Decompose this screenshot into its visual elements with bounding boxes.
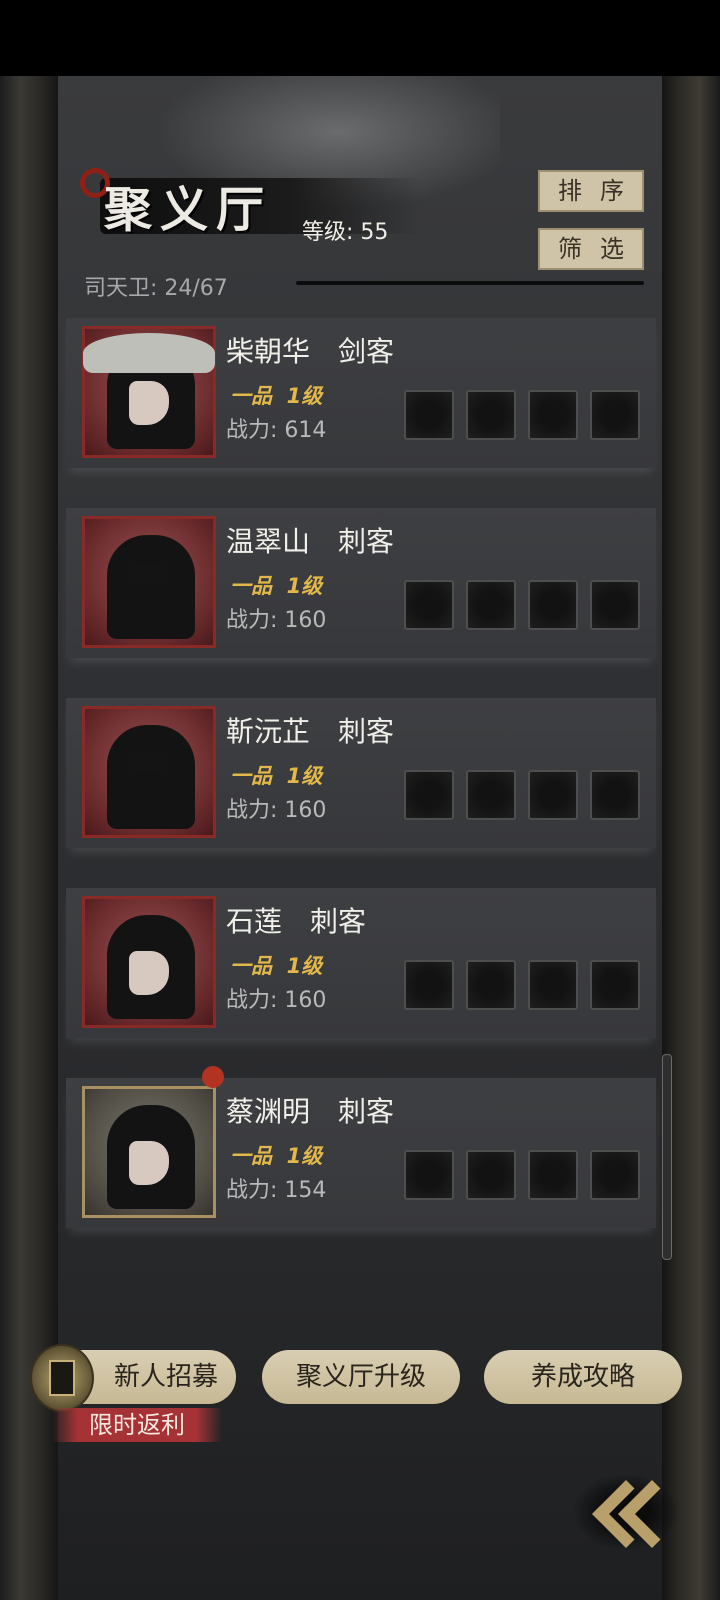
equipment-slot[interactable] bbox=[590, 390, 640, 440]
portrait-hair bbox=[107, 725, 195, 829]
equipment-slots bbox=[404, 1150, 640, 1200]
equipment-slot[interactable] bbox=[528, 390, 578, 440]
equipment-slot[interactable] bbox=[466, 390, 516, 440]
guard-count: 司天卫: 24/67 bbox=[84, 276, 228, 301]
hero-name: 蔡渊明 刺客 bbox=[226, 1095, 395, 1128]
limited-rebate-tag[interactable]: 限时返利 bbox=[52, 1408, 222, 1442]
equipment-slots bbox=[404, 770, 640, 820]
hero-portrait[interactable] bbox=[82, 896, 216, 1028]
equipment-slot[interactable] bbox=[590, 580, 640, 630]
equipment-slots bbox=[404, 580, 640, 630]
hero-portrait[interactable] bbox=[82, 326, 216, 458]
portrait-hair bbox=[107, 535, 195, 639]
hero-power: 战力: 160 bbox=[226, 608, 327, 633]
hero-card[interactable]: 柴朝华 剑客 一品 1级 战力: 614 bbox=[66, 318, 656, 468]
equipment-slot[interactable] bbox=[528, 770, 578, 820]
hero-name: 石莲 刺客 bbox=[226, 905, 367, 938]
hero-portrait[interactable] bbox=[82, 516, 216, 648]
recruit-token-icon[interactable] bbox=[30, 1344, 94, 1412]
equipment-slots bbox=[404, 960, 640, 1010]
header-divider bbox=[296, 281, 644, 285]
hero-power: 战力: 614 bbox=[226, 418, 327, 443]
equipment-slot[interactable] bbox=[590, 770, 640, 820]
equipment-slot[interactable] bbox=[466, 1150, 516, 1200]
equipment-slot[interactable] bbox=[590, 960, 640, 1010]
recruit-token-inner bbox=[49, 1360, 75, 1396]
status-bar bbox=[0, 0, 720, 76]
hero-card[interactable]: 石莲 刺客 一品 1级 战力: 160 bbox=[66, 888, 656, 1038]
equipment-slot[interactable] bbox=[466, 960, 516, 1010]
hall-level: 等级: 55 bbox=[302, 220, 389, 245]
page-title: 聚义厅 bbox=[104, 182, 273, 238]
equipment-slot[interactable] bbox=[404, 1150, 454, 1200]
hero-power: 战力: 154 bbox=[226, 1178, 327, 1203]
equipment-slot[interactable] bbox=[404, 770, 454, 820]
hero-rank: 一品 1级 bbox=[230, 384, 323, 408]
sort-button[interactable]: 排序 bbox=[538, 170, 644, 212]
filter-button[interactable]: 筛选 bbox=[538, 228, 644, 270]
hero-portrait[interactable] bbox=[82, 706, 216, 838]
hero-power: 战力: 160 bbox=[226, 798, 327, 823]
hero-rank: 一品 1级 bbox=[230, 1144, 323, 1168]
hero-card[interactable]: 靳沅芷 刺客 一品 1级 战力: 160 bbox=[66, 698, 656, 848]
hero-rank: 一品 1级 bbox=[230, 764, 323, 788]
hero-name: 靳沅芷 刺客 bbox=[226, 715, 395, 748]
training-guide-button[interactable]: 养成攻略 bbox=[484, 1350, 682, 1404]
equipment-slots bbox=[404, 390, 640, 440]
equipment-slot[interactable] bbox=[404, 960, 454, 1010]
equipment-slot[interactable] bbox=[466, 770, 516, 820]
back-button[interactable] bbox=[574, 1460, 686, 1560]
hero-card[interactable]: 蔡渊明 刺客 一品 1级 战力: 154 bbox=[66, 1066, 656, 1228]
notification-dot bbox=[202, 1066, 224, 1088]
equipment-slot[interactable] bbox=[404, 580, 454, 630]
blindfold-icon bbox=[129, 563, 169, 583]
bamboo-hat-icon bbox=[83, 333, 215, 373]
equipment-slot[interactable] bbox=[404, 390, 454, 440]
list-scrollbar[interactable] bbox=[662, 1054, 672, 1260]
hero-name: 温翠山 刺客 bbox=[226, 525, 395, 558]
hero-card[interactable]: 温翠山 刺客 一品 1级 战力: 160 bbox=[66, 508, 656, 658]
equipment-slot[interactable] bbox=[528, 580, 578, 630]
hero-portrait[interactable] bbox=[82, 1086, 216, 1218]
equipment-slot[interactable] bbox=[590, 1150, 640, 1200]
hall-upgrade-button[interactable]: 聚义厅升级 bbox=[262, 1350, 460, 1404]
hero-rank: 一品 1级 bbox=[230, 574, 323, 598]
hero-name: 柴朝华 剑客 bbox=[226, 335, 395, 368]
equipment-slot[interactable] bbox=[466, 580, 516, 630]
hero-power: 战力: 160 bbox=[226, 988, 327, 1013]
blindfold-icon bbox=[129, 753, 169, 773]
hero-rank: 一品 1级 bbox=[230, 954, 323, 978]
equipment-slot[interactable] bbox=[528, 960, 578, 1010]
equipment-slot[interactable] bbox=[528, 1150, 578, 1200]
